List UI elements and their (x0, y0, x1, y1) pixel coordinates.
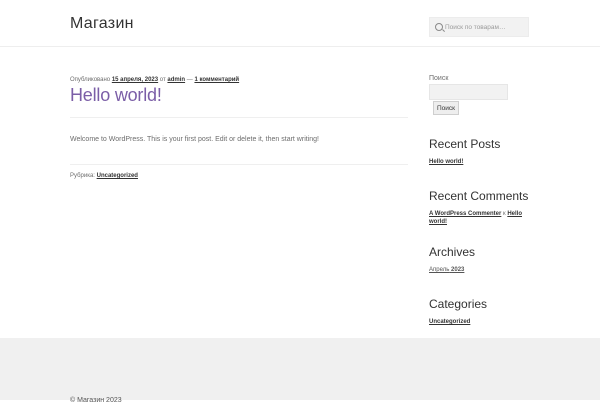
archives-title: Archives (429, 245, 476, 259)
product-search-input[interactable] (445, 18, 527, 36)
categories-title: Categories (429, 297, 488, 311)
recent-comment-author-link[interactable]: A WordPress Commenter (429, 211, 501, 217)
post-category: Рубрика: Uncategorized (70, 173, 138, 179)
recent-post-link[interactable]: Hello world! (429, 159, 463, 165)
post-content: Welcome to WordPress. This is your first… (70, 136, 319, 143)
post-author-link[interactable]: admin (167, 77, 185, 83)
post-title[interactable]: Hello world! (70, 85, 162, 106)
post-category-label: Рубрика: (70, 173, 97, 179)
search-icon (435, 23, 443, 31)
post-date-link[interactable]: 15 апреля, 2023 (112, 77, 158, 83)
category-link[interactable]: Uncategorized (429, 319, 470, 325)
recent-comment-item: A WordPress Commenter к Hello world! (429, 210, 529, 226)
archive-month: Апрель (429, 267, 450, 273)
recent-posts-title: Recent Posts (429, 137, 501, 151)
archive-year: 2023 (451, 267, 465, 273)
post-meta: Опубликовано 15 апреля, 2023 от admin — … (70, 77, 239, 83)
post-meta-prefix: Опубликовано (70, 77, 112, 83)
site-footer: © Магазин 2023 (0, 338, 600, 404)
post-comments-link[interactable]: 1 комментарий (194, 77, 239, 83)
archive-link[interactable]: Апрель 2023 (429, 267, 464, 273)
site-header: Магазин (0, 0, 600, 47)
post-divider-bottom (70, 164, 408, 165)
site-title[interactable]: Магазин (70, 15, 134, 33)
post-divider-top (70, 117, 408, 118)
recent-comments-title: Recent Comments (429, 189, 529, 203)
sidebar-search-input[interactable] (429, 84, 508, 100)
post-category-link[interactable]: Uncategorized (97, 173, 138, 179)
sidebar-search-label: Поиск (429, 75, 449, 82)
footer-copyright: © Магазин 2023 (70, 397, 122, 404)
sidebar-search-button[interactable]: Поиск (433, 101, 459, 115)
product-search[interactable] (429, 17, 529, 37)
